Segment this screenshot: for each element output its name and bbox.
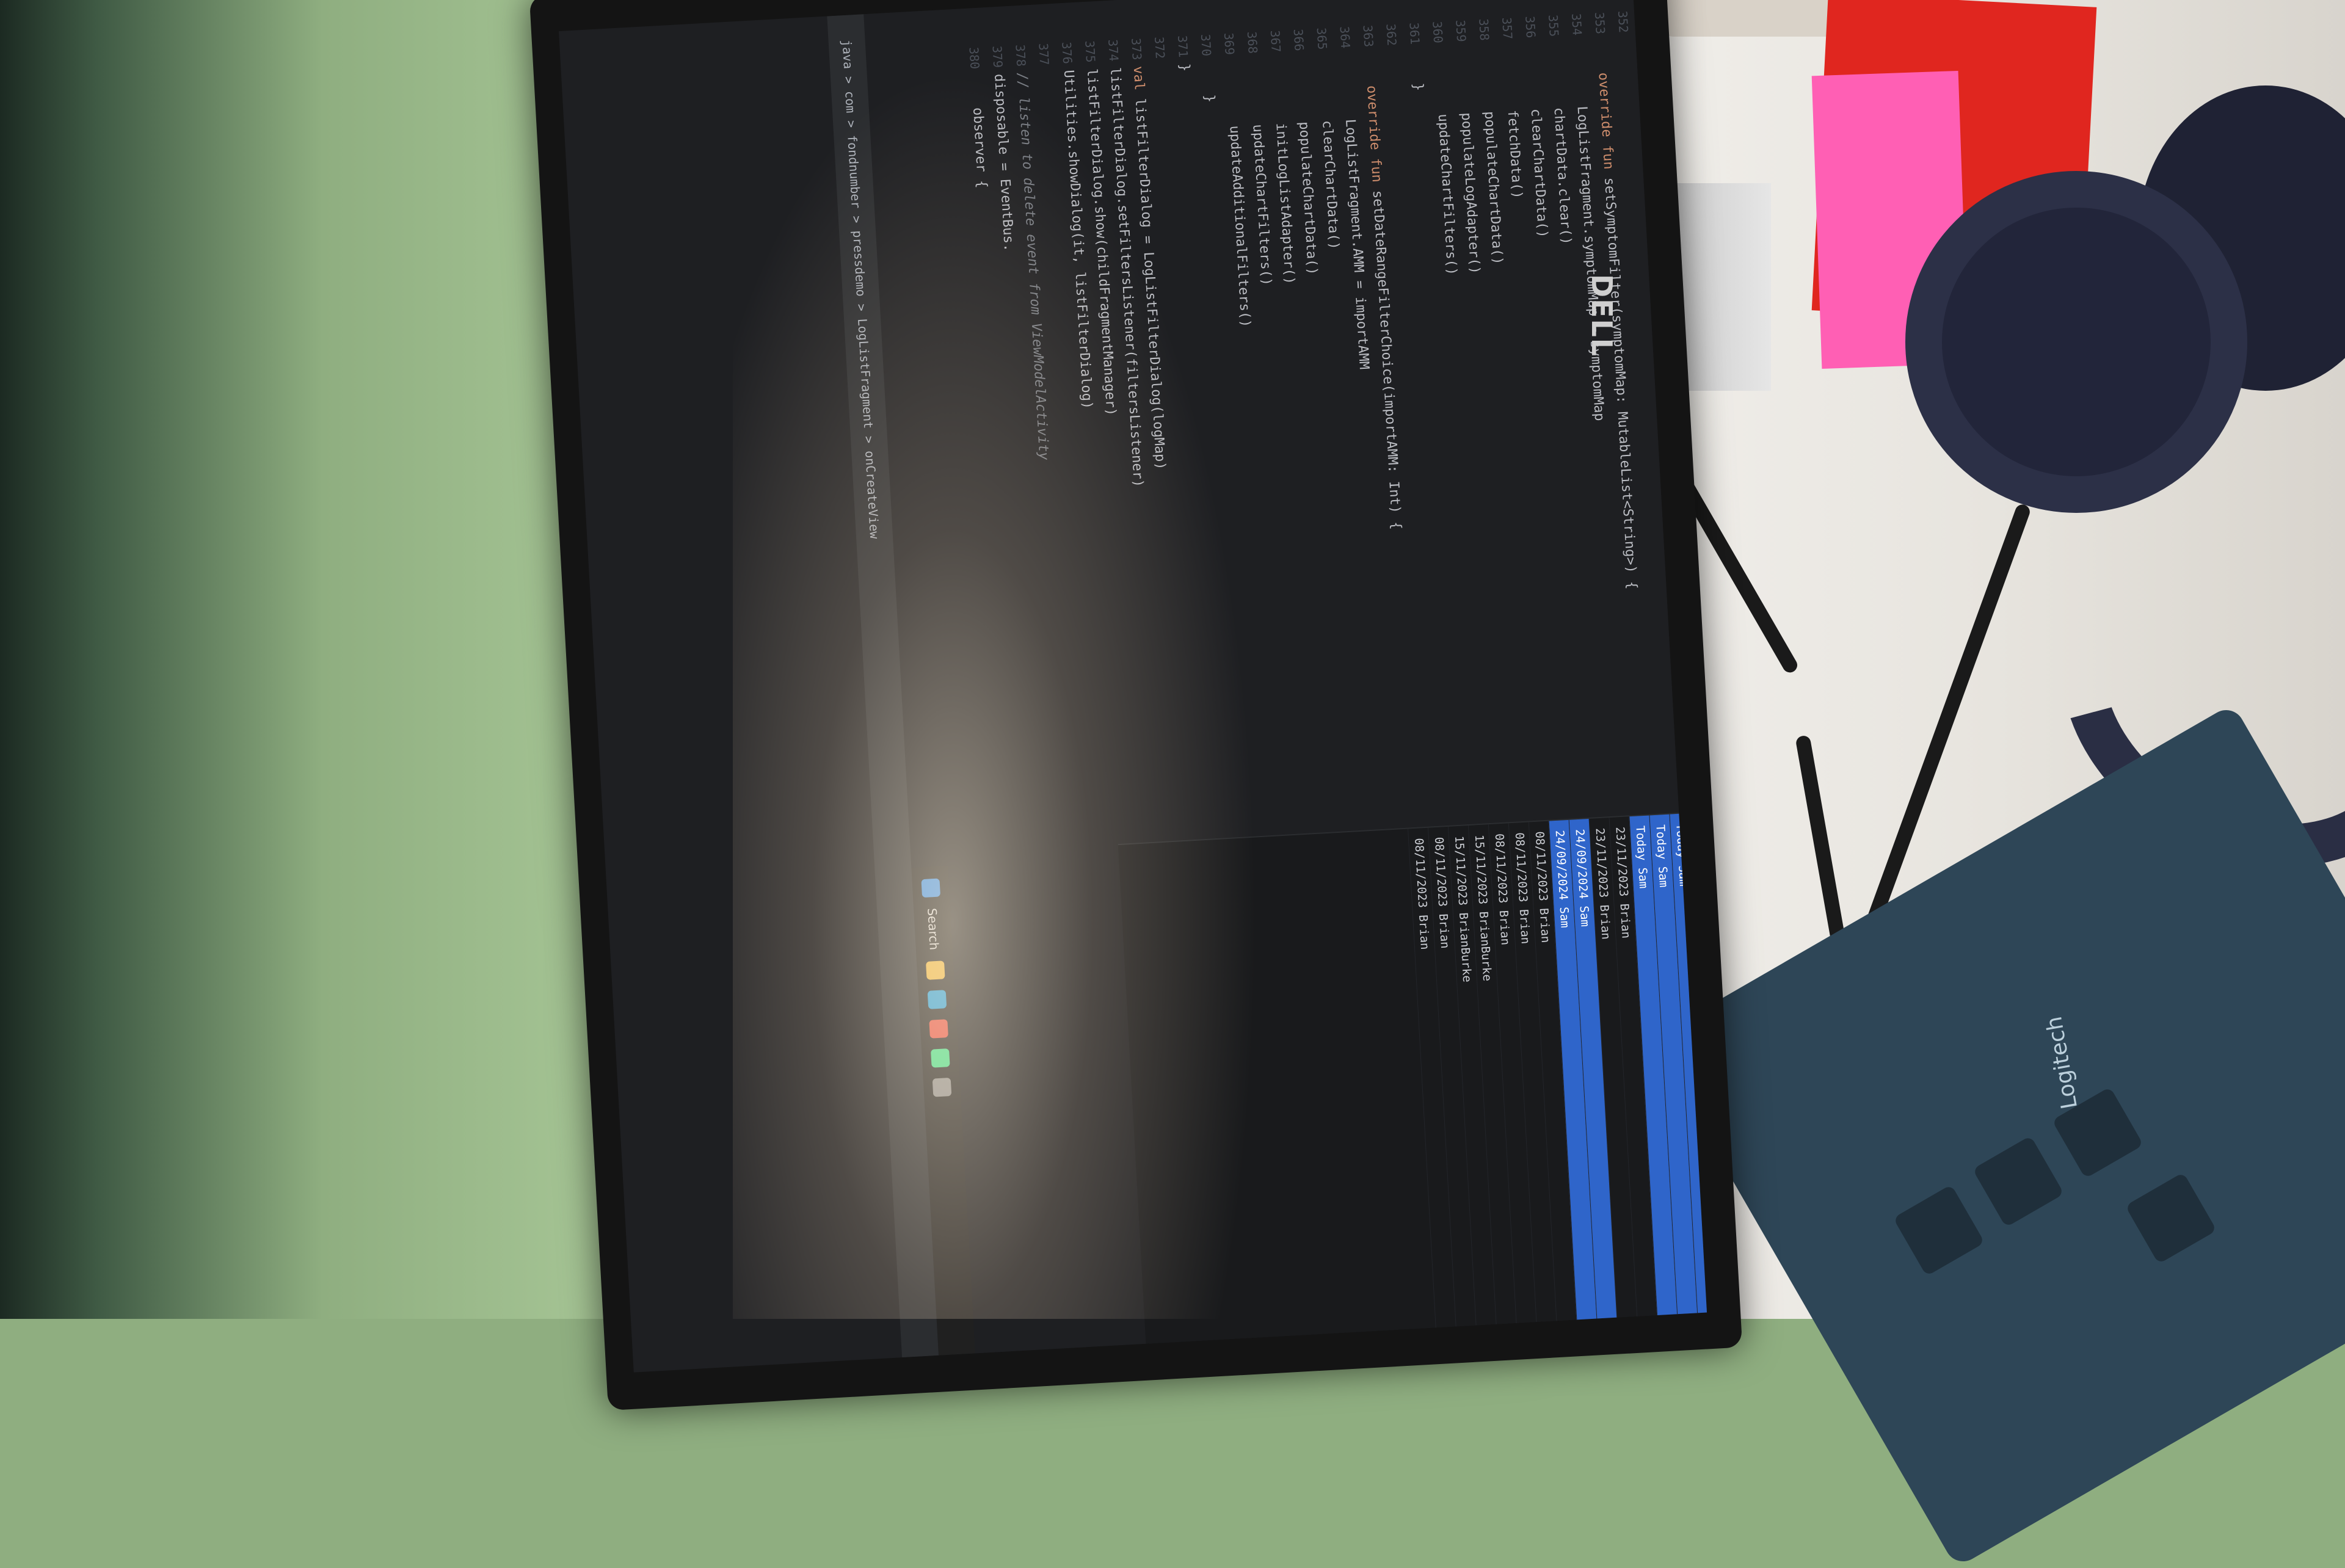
android-studio-icon[interactable] <box>930 1048 950 1068</box>
chrome-icon[interactable] <box>929 1018 948 1039</box>
database-inspector-panel: 23/11/2023 Brian23/11/2023 Brian23/11/20… <box>1118 799 1707 1345</box>
windows-start-icon[interactable] <box>921 878 941 898</box>
file-explorer-icon[interactable] <box>925 960 945 980</box>
taskbar-search[interactable]: Search <box>925 908 942 951</box>
breadcrumb: java > com > fondnumber > pressdemo > Lo… <box>827 14 939 1358</box>
settings-icon[interactable] <box>932 1077 952 1097</box>
edge-browser-icon[interactable] <box>927 989 947 1009</box>
monitor: LogListFragment.ktdialog_log_list_filter… <box>529 0 1743 1411</box>
ide-window: LogListFragment.ktdialog_log_list_filter… <box>827 0 1707 1358</box>
line-number: 351 <box>1638 9 1654 32</box>
monitor-screen: LogListFragment.ktdialog_log_list_filter… <box>558 0 1707 1373</box>
dell-logo: DELL <box>1585 274 1619 358</box>
drink-can <box>1661 0 1844 37</box>
headphone-cup-left <box>1905 171 2247 513</box>
code-editor[interactable]: val filtersListener = object : FilterLis… <box>949 0 1707 863</box>
